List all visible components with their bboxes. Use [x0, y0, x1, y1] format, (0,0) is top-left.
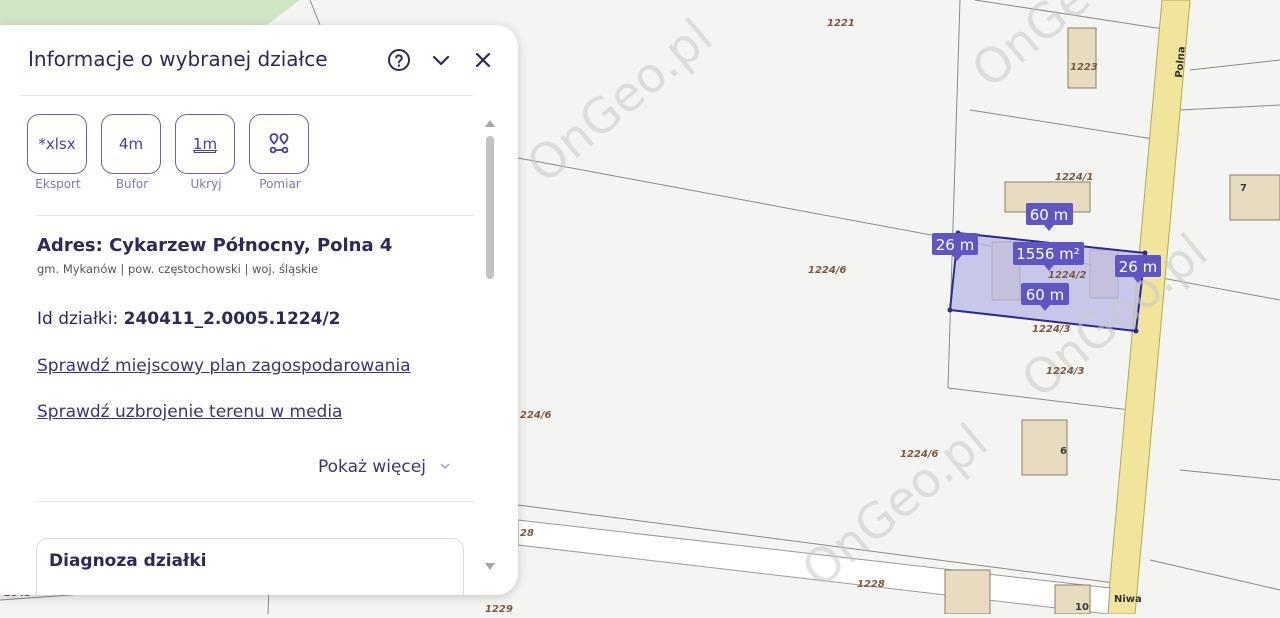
show-more-label: Pokaż więcej	[318, 457, 426, 477]
panel-title: Informacje o wybranej działce	[28, 47, 328, 71]
ruler-icon	[194, 149, 216, 153]
diagnosis-title: Diagnoza działki	[49, 551, 207, 571]
watermark: OnGeo.pl	[517, 8, 723, 194]
utilities-link[interactable]: Sprawdź uzbrojenie terenu w media	[37, 402, 342, 422]
parcel-label: 1224/2	[1048, 270, 1087, 281]
measure-button[interactable]	[249, 114, 309, 174]
parcel-id-value: 240411_2.0005.1224/2	[123, 309, 341, 329]
tool-caption: Pomiar	[259, 177, 301, 191]
show-more-button[interactable]: Pokaż więcej	[318, 457, 451, 477]
export-label: *xlsx	[38, 135, 76, 153]
hide-button[interactable]: 1m	[175, 114, 235, 174]
building-1223	[1067, 27, 1097, 89]
tool-caption: Eksport	[35, 177, 81, 191]
watermarks: OnGeo.pl OnGeo.pl OnGeo.pl OnGeo.pl	[517, 0, 1218, 599]
street-label-polna: Polna	[1174, 46, 1188, 78]
parcel-label: 1224/6	[900, 449, 939, 460]
divider	[36, 501, 474, 502]
scroll-up-arrow-icon[interactable]	[485, 120, 495, 127]
parcel-label: 1224/3	[1032, 324, 1071, 335]
diagnosis-card[interactable]: Diagnoza działki	[36, 538, 464, 595]
tool-export[interactable]: *xlsx Eksport	[27, 114, 89, 191]
chevron-down-icon	[440, 463, 450, 469]
buffer-label: 4m	[118, 135, 144, 153]
zoning-plan-link[interactable]: Sprawdź miejscowy plan zagospodarowania	[37, 356, 411, 376]
house-number: 7	[1240, 183, 1247, 194]
parcel-info-panel: Informacje o wybranej działce *xlsx Eksp…	[0, 25, 518, 595]
parcel-label: 1228	[857, 579, 885, 590]
panel-header: Informacje o wybranej działce	[0, 25, 518, 95]
building-7	[1229, 174, 1280, 221]
tool-buffer[interactable]: 4m Bufor	[101, 114, 163, 191]
chevron-down-icon[interactable]	[428, 47, 454, 73]
address-title: Adres: Cykarzew Północny, Polna 4	[37, 235, 393, 256]
parcel-label: 1229	[485, 604, 513, 615]
building-lower	[944, 569, 991, 615]
scroll-down-arrow-icon[interactable]	[485, 563, 495, 570]
help-icon[interactable]	[386, 47, 412, 73]
building-1224-1	[1004, 181, 1091, 213]
parcel-label: 1224/6	[808, 265, 847, 276]
parcel-label: 1223	[1070, 62, 1098, 73]
buffer-button[interactable]: 4m	[101, 114, 161, 174]
parcel-label: 1224/1	[1055, 172, 1094, 183]
tool-caption: Ukryj	[190, 177, 222, 191]
parcel-id-label: Id działki:	[37, 309, 119, 329]
parcel-label: 1221	[827, 18, 855, 29]
parcel-label: 28	[520, 528, 534, 539]
parcel-label: 1224/3	[1046, 366, 1085, 377]
export-xlsx-button[interactable]: *xlsx	[27, 114, 87, 174]
house-number: 10	[1075, 602, 1089, 613]
scrollbar-thumb[interactable]	[486, 136, 494, 279]
parcel-label: 224/6	[520, 410, 552, 421]
watermark: OnGeo.pl	[962, 0, 1168, 99]
house-number: 6	[1060, 446, 1067, 457]
address-subtitle: gm. Mykanów | pow. częstochowski | woj. …	[37, 262, 319, 276]
divider	[20, 95, 473, 96]
measure-pins-icon	[269, 133, 289, 154]
tool-measure[interactable]: Pomiar	[249, 114, 311, 191]
street-label-niwa: Niwa	[1114, 594, 1142, 605]
close-icon[interactable]	[470, 47, 496, 73]
divider	[36, 215, 474, 216]
tool-caption: Bufor	[115, 177, 149, 191]
parcel-id: Id działki: 240411_2.0005.1224/2	[37, 309, 341, 329]
tool-hide[interactable]: 1m Ukryj	[175, 114, 237, 191]
